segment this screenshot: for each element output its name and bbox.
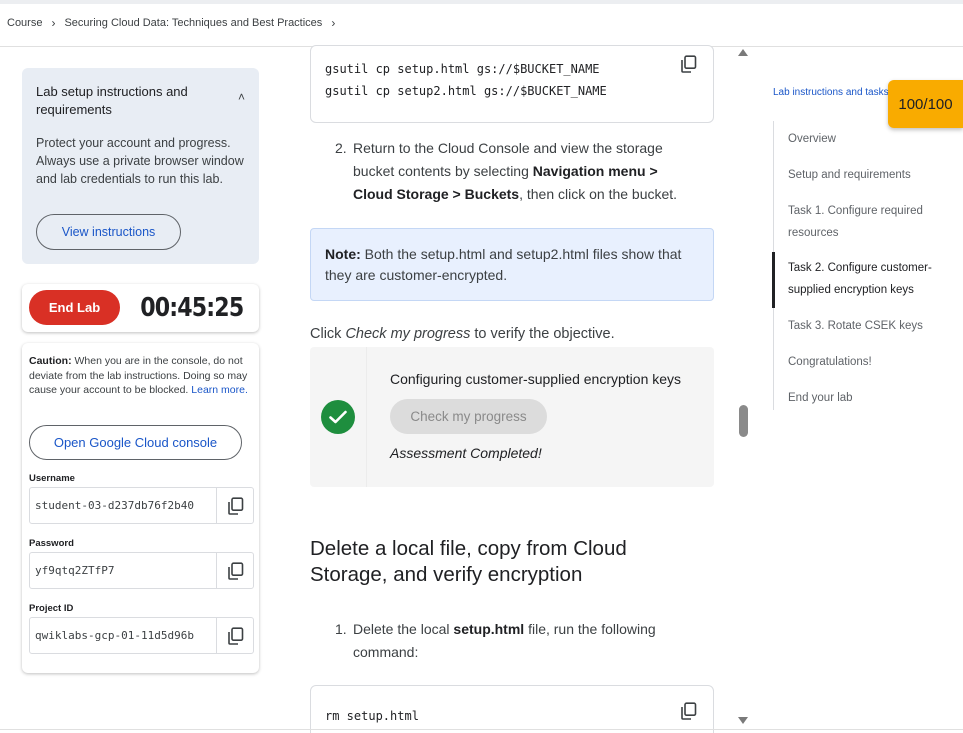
copy-icon[interactable] [216,488,253,523]
note-label: Note: [325,246,361,262]
toc-active-indicator [772,252,775,308]
caution-label: Caution: [29,355,72,367]
breadcrumb: Course › Securing Cloud Data: Techniques… [7,16,335,30]
step-number: 1. [335,621,347,637]
breadcrumb-lab[interactable]: Securing Cloud Data: Techniques and Best… [64,17,322,29]
toc-item-task-1[interactable]: Task 1. Configure required resources [788,201,948,244]
toc-item-end-lab[interactable]: End your lab [788,388,948,410]
username-value[interactable]: student-03-d237db76f2b40 [35,499,211,512]
code-block: rm setup.html [310,685,714,733]
status-column [310,347,367,487]
caution-text: Caution: When you are in the console, do… [29,354,253,398]
view-instructions-button[interactable]: View instructions [36,214,181,250]
toc-item-overview[interactable]: Overview [788,129,948,151]
lab-timer: 00:45:25 [139,293,244,323]
step-text-part: , then click on the bucket. [519,186,678,202]
instruction-emphasis: Check my progress [345,326,471,342]
code-line: gsutil cp setup.html gs://$BUCKET_NAME [325,62,600,76]
copy-icon[interactable] [680,702,697,720]
password-field[interactable]: yf9qtq2ZTfP7 [29,552,254,589]
code-line: rm setup.html [325,709,419,723]
step-text-bold: setup.html [453,621,525,637]
step-text: Delete the local setup.html file, run th… [353,618,695,664]
setup-instructions-card: Lab setup instructions and requirements … [22,68,259,264]
username-field[interactable]: student-03-d237db76f2b40 [29,487,254,524]
lab-content: gsutil cp setup.html gs://$BUCKET_NAME g… [283,45,737,733]
setup-title[interactable]: Lab setup instructions and requirements [36,83,206,119]
toc-title: Lab instructions and tasks [773,87,889,98]
step-text: Return to the Cloud Console and view the… [353,137,695,206]
note-box: Note: Both the setup.html and setup2.htm… [310,228,714,301]
scrollbar-thumb[interactable] [739,405,748,437]
step-1: 1. Delete the local setup.html file, run… [335,618,695,664]
assessment-status: Assessment Completed! [390,445,542,461]
checkmark-icon [321,400,355,434]
scroll-up-arrow[interactable] [738,49,748,56]
step-text-part: Delete the local [353,621,454,637]
instruction-part: to verify the objective. [470,326,615,342]
toc-item-task-2[interactable]: Task 2. Configure customer-supplied encr… [788,258,948,301]
instruction-part: Click [310,326,346,342]
code-line: gsutil cp setup2.html gs://$BUCKET_NAME [325,84,607,98]
project-id-value[interactable]: qwiklabs-gcp-01-11d5d96b [35,629,211,642]
setup-text: Protect your account and progress. Alway… [36,136,244,186]
note-text: Both the setup.html and setup2.html file… [325,246,682,283]
chevron-up-icon[interactable]: ˄ [238,90,245,104]
toc-item-task-3[interactable]: Task 3. Rotate CSEK keys [788,316,948,338]
scroll-down-arrow[interactable] [738,717,748,724]
score-badge: 100/100 [888,80,963,128]
password-value[interactable]: yf9qtq2ZTfP7 [35,564,211,577]
username-label: Username [29,473,75,484]
toc-item-setup[interactable]: Setup and requirements [788,165,948,187]
timer-card: End Lab 00:45:25 [22,284,259,332]
step-number: 2. [335,140,347,156]
project-id-field[interactable]: qwiklabs-gcp-01-11d5d96b [29,617,254,654]
progress-check-card: Configuring customer-supplied encryption… [310,347,714,487]
chevron-right-icon: › [51,16,56,30]
password-label: Password [29,538,74,549]
top-bar: Course › Securing Cloud Data: Techniques… [0,0,963,47]
step-2: 2. Return to the Cloud Console and view … [335,137,695,206]
learn-more-link[interactable]: Learn more. [191,384,248,396]
lab-page: Course › Securing Cloud Data: Techniques… [0,0,963,733]
copy-icon[interactable] [680,55,697,73]
objective-title: Configuring customer-supplied encryption… [390,371,682,387]
credentials-card: Caution: When you are in the console, do… [22,343,259,673]
copy-icon[interactable] [216,618,253,653]
code-block: gsutil cp setup.html gs://$BUCKET_NAME g… [310,45,714,123]
bottom-divider [0,729,963,730]
open-console-button[interactable]: Open Google Cloud console [29,425,242,460]
toc-item-congratulations[interactable]: Congratulations! [788,352,948,374]
section-heading: Delete a local file, copy from Cloud Sto… [310,537,627,586]
check-my-progress-button[interactable]: Check my progress [390,399,547,434]
chevron-right-icon: › [331,16,336,30]
check-progress-instruction: Click Check my progress to verify the ob… [310,326,615,342]
end-lab-button[interactable]: End Lab [29,290,120,325]
copy-icon[interactable] [216,553,253,588]
project-id-label: Project ID [29,603,74,614]
breadcrumb-course[interactable]: Course [7,17,42,29]
